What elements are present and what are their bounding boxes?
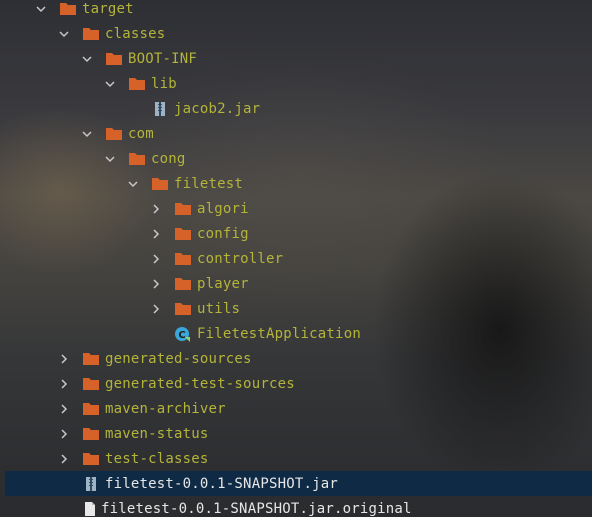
chevron-right-icon[interactable] — [150, 303, 162, 315]
tree-row-boot-inf[interactable]: BOOT-INF — [0, 46, 592, 71]
tree-row-filetest-jar-original[interactable]: filetest-0.0.1-SNAPSHOT.jar.original — [0, 496, 592, 521]
tree-row-test-classes[interactable]: test-classes — [0, 446, 592, 471]
tree-row-config[interactable]: config — [0, 221, 592, 246]
folder-icon — [174, 251, 192, 267]
tree-item-label: lib — [151, 75, 177, 92]
folder-icon — [105, 51, 123, 67]
tree-item-label: filetest — [174, 175, 244, 192]
chevron-down-icon[interactable] — [35, 3, 47, 15]
chevron-down-icon[interactable] — [58, 28, 70, 40]
tree-row-generated-test-sources[interactable]: generated-test-sources — [0, 371, 592, 396]
chevron-right-icon[interactable] — [150, 253, 162, 265]
tree-row-filetestapplication[interactable]: C FiletestApplication — [0, 321, 592, 346]
folder-icon — [82, 451, 100, 467]
chevron-right-icon[interactable] — [58, 353, 70, 365]
jar-icon — [153, 101, 171, 117]
tree-row-player[interactable]: player — [0, 271, 592, 296]
tree-row-generated-sources[interactable]: generated-sources — [0, 346, 592, 371]
tree-row-cong[interactable]: cong — [0, 146, 592, 171]
chevron-down-icon[interactable] — [127, 178, 139, 190]
tree-item-label: generated-test-sources — [105, 375, 295, 392]
folder-icon — [174, 276, 192, 292]
folder-icon — [128, 151, 146, 167]
svg-text:C: C — [178, 330, 185, 341]
tree-row-maven-archiver[interactable]: maven-archiver — [0, 396, 592, 421]
chevron-right-icon[interactable] — [150, 278, 162, 290]
chevron-down-icon[interactable] — [81, 53, 93, 65]
tree-item-label: cong — [151, 150, 186, 167]
tree-item-label: test-classes — [105, 450, 209, 467]
tree-item-label: BOOT-INF — [128, 50, 198, 67]
tree-item-label: maven-status — [105, 425, 209, 442]
tree-item-label: filetest-0.0.1-SNAPSHOT.jar — [105, 475, 338, 492]
folder-icon — [128, 76, 146, 92]
tree-item-label: utils — [197, 300, 241, 317]
tree-item-label: com — [128, 125, 154, 142]
tree-row-target[interactable]: target — [0, 0, 592, 21]
tree-item-label: filetest-0.0.1-SNAPSHOT.jar.original — [101, 500, 412, 517]
tree-item-label: FiletestApplication — [197, 325, 361, 342]
chevron-right-icon[interactable] — [58, 378, 70, 390]
tree-item-label: jacob2.jar — [174, 100, 261, 117]
tree-item-label: controller — [197, 250, 284, 267]
folder-icon — [82, 401, 100, 417]
tree-item-label: generated-sources — [105, 350, 252, 367]
tree-item-label: classes — [105, 25, 166, 42]
folder-icon — [174, 301, 192, 317]
tree-row-jacob2-jar[interactable]: jacob2.jar — [0, 96, 592, 121]
tree-item-label: player — [197, 275, 249, 292]
folder-icon — [151, 176, 169, 192]
tree-row-lib[interactable]: lib — [0, 71, 592, 96]
folder-icon — [105, 126, 123, 142]
java-class-icon: C — [174, 326, 192, 342]
folder-icon — [82, 351, 100, 367]
folder-icon — [174, 201, 192, 217]
project-tree[interactable]: target classes BOOT-INF lib jacob2.jar c… — [0, 0, 592, 517]
chevron-right-icon[interactable] — [150, 228, 162, 240]
folder-icon — [82, 26, 100, 42]
folder-icon — [82, 426, 100, 442]
tree-row-classes[interactable]: classes — [0, 21, 592, 46]
chevron-right-icon[interactable] — [150, 203, 162, 215]
tree-item-label: maven-archiver — [105, 400, 226, 417]
chevron-right-icon[interactable] — [58, 428, 70, 440]
tree-row-filetest-jar[interactable]: filetest-0.0.1-SNAPSHOT.jar — [5, 471, 592, 496]
tree-row-filetest[interactable]: filetest — [0, 171, 592, 196]
jar-icon — [84, 476, 102, 492]
file-icon — [83, 501, 101, 517]
chevron-down-icon[interactable] — [104, 153, 116, 165]
tree-row-algori[interactable]: algori — [0, 196, 592, 221]
folder-icon — [174, 226, 192, 242]
folder-icon — [82, 376, 100, 392]
folder-icon — [59, 1, 77, 17]
chevron-down-icon[interactable] — [104, 78, 116, 90]
tree-item-label: algori — [197, 200, 249, 217]
tree-row-com[interactable]: com — [0, 121, 592, 146]
tree-row-utils[interactable]: utils — [0, 296, 592, 321]
chevron-down-icon[interactable] — [81, 128, 93, 140]
chevron-right-icon[interactable] — [58, 403, 70, 415]
tree-item-label: config — [197, 225, 249, 242]
tree-row-controller[interactable]: controller — [0, 246, 592, 271]
chevron-right-icon[interactable] — [58, 453, 70, 465]
tree-row-maven-status[interactable]: maven-status — [0, 421, 592, 446]
tree-item-label: target — [82, 0, 134, 17]
